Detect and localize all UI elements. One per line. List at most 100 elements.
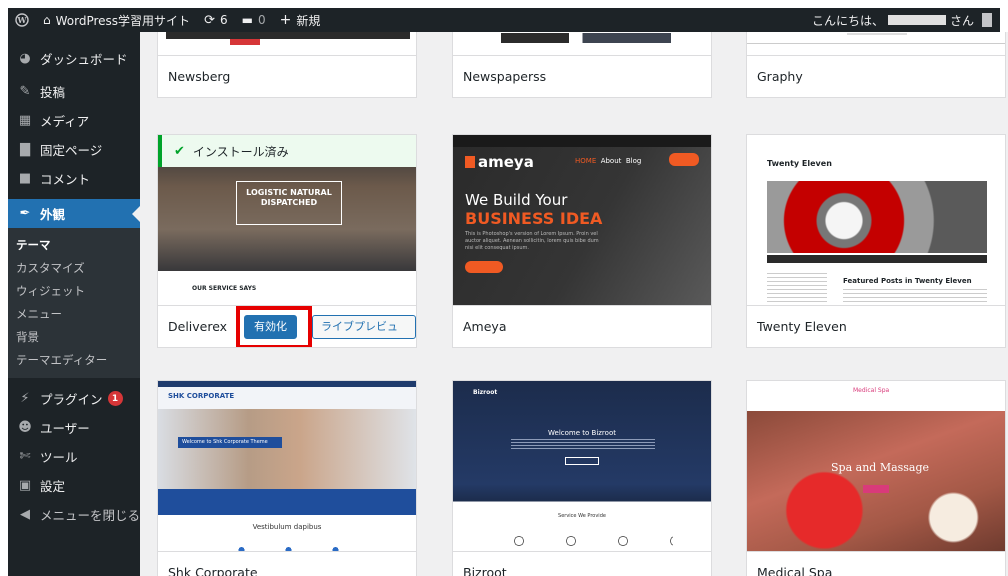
theme-card-twenty-eleven[interactable]: Twenty Eleven Featured Posts in Twenty E… [746,134,1006,348]
theme-card-medical-spa[interactable]: Medical Spa Spa and Massage Medical Spa [746,380,1006,576]
menu-label: 外観 [40,207,66,222]
submenu-menus[interactable]: メニュー [8,303,140,326]
menu-appearance[interactable]: ✒ 外観 [8,199,140,228]
theme-footer: Newspaperss [453,55,711,97]
theme-name: Deliverex [168,319,228,334]
plugin-icon: ⚡ [20,391,30,406]
theme-footer: Graphy [747,55,1005,97]
menu-plugins[interactable]: ⚡ プラグイン 1 [8,384,140,413]
thumb-logo: Medical Spa [853,387,890,394]
menu-media[interactable]: ▦ メディア [8,106,140,135]
theme-name: Newsberg [168,69,231,84]
greeting-suffix: さん [949,13,974,28]
menu-label: 設定 [40,479,66,494]
updates-link[interactable]: ⟳ 6 [197,8,235,32]
page-icon: ▇ [20,142,30,157]
menu-label: 固定ページ [40,143,103,158]
pin-icon: ✎ [19,84,31,99]
updates-icon: ⟳ [204,12,215,28]
comments-link[interactable]: ▬ 0 [235,8,273,32]
theme-card-newspaperss[interactable]: Newspaperss [452,32,712,98]
site-name: WordPress学習用サイト [55,13,191,28]
theme-name: Ameya [463,319,507,334]
thumb-featured: Featured Posts in Twenty Eleven [843,277,972,285]
theme-name: Shk Corporate [168,565,258,576]
menu-label: ユーザー [40,421,90,436]
admin-bar-inner: W ⌂ WordPress学習用サイト ⟳ 6 ▬ 0 + 新規 こんにちは、 … [8,8,1000,32]
thumb-headline-2: BUSINESS IDEA [465,209,603,228]
theme-screenshot: Bizroot Welcome to Bizroot Service We Pr… [453,381,711,553]
username-redacted [887,15,946,25]
site-name-link[interactable]: ⌂ WordPress学習用サイト [36,8,197,32]
thumb-service: Service We Provide [558,513,606,519]
menu-posts[interactable]: ✎ 投稿 [8,77,140,106]
theme-card-ameya[interactable]: ameya HOME About Blog We Build Your BUSI… [452,134,712,348]
live-preview-button[interactable]: ライブプレビュー [312,315,416,347]
thumb-logo: ameya [465,153,534,171]
checkmark-icon: ✔ [174,143,185,159]
theme-card-deliverex[interactable]: ✔ インストール済み LOGISTIC NATURAL DISPATCHED O… [157,134,417,348]
theme-footer: Deliverex 有効化 ライブプレビュー [158,305,416,347]
submenu-theme-editor[interactable]: テーマエディター [8,349,140,372]
menu-label: ツール [40,450,78,465]
new-content-link[interactable]: + 新規 [273,8,328,32]
theme-card-newsberg[interactable]: Newsberg [157,32,417,98]
menu-label: プラグイン [40,392,103,407]
submenu-widgets[interactable]: ウィジェット [8,280,140,303]
menu-label: コメント [40,172,91,187]
menu-comments[interactable]: ■ コメント [8,164,140,193]
media-icon: ▦ [18,113,32,128]
thumb-service-text: OUR SERVICE SAYS [192,285,257,292]
theme-screenshot [158,32,416,57]
theme-screenshot [747,32,1005,57]
collapse-icon: ◀ [20,507,30,522]
menu-dashboard[interactable]: ◕ ダッシュボード [8,44,140,73]
theme-footer: Ameya [453,305,711,347]
theme-card-graphy[interactable]: Graphy [746,32,1006,98]
thumb-logo: Bizroot [473,389,498,396]
theme-screenshot: SHK CORPORATE Welcome to Shk Corporate T… [158,381,416,553]
theme-name: Bizroot [463,565,507,576]
menu-label: メディア [40,114,90,129]
thumb-welcome: Welcome to Bizroot [548,429,616,437]
menu-users[interactable]: ☻ ユーザー [8,413,140,442]
theme-screenshot: Medical Spa Spa and Massage [747,381,1005,553]
theme-card-bizroot[interactable]: Bizroot Welcome to Bizroot Service We Pr… [452,380,712,576]
greeting: こんにちは、 [811,13,884,28]
wp-logo-button[interactable]: W [8,8,36,32]
tools-icon: ✄ [19,449,31,464]
menu-settings[interactable]: ▣ 設定 [8,471,140,500]
thumb-title: Twenty Eleven [767,159,832,168]
comment-icon: ■ [18,171,32,186]
theme-name: Medical Spa [757,565,833,576]
theme-footer: Twenty Eleven [747,305,1005,347]
submenu-themes[interactable]: テーマ [8,234,140,257]
thumb-hero-text: Spa and Massage [831,461,930,474]
theme-name: Twenty Eleven [757,319,847,334]
theme-screenshot: ameya HOME About Blog We Build Your BUSI… [453,135,711,307]
theme-screenshot: Twenty Eleven Featured Posts in Twenty E… [747,135,1005,307]
installed-notice: ✔ インストール済み [158,135,416,167]
wordpress-icon: W [15,13,29,27]
menu-pages[interactable]: ▇ 固定ページ [8,135,140,164]
activate-button[interactable]: 有効化 [244,315,297,339]
menu-collapse[interactable]: ◀ メニューを閉じる [8,500,140,529]
thumb-welcome: Welcome to Shk Corporate Theme [178,437,282,448]
theme-card-shk-corporate[interactable]: SHK CORPORATE Welcome to Shk Corporate T… [157,380,417,576]
thumb-logo: SHK CORPORATE [168,392,235,400]
plus-icon: + [279,12,292,28]
themes-grid: Newsberg Newspaperss Graphy ✔ インストール済み L… [140,32,1008,576]
svg-text:W: W [17,15,28,25]
submenu-background[interactable]: 背景 [8,326,140,349]
theme-name: Newspaperss [463,69,547,84]
submenu-customize[interactable]: カスタマイズ [8,257,140,280]
home-icon: ⌂ [43,13,51,27]
settings-icon: ▣ [18,478,32,493]
appearance-submenu: テーマ カスタマイズ ウィジェット メニュー 背景 テーマエディター [8,228,140,378]
installed-text: インストール済み [192,144,289,159]
dashboard-icon: ◕ [19,51,31,66]
menu-label: 投稿 [40,85,66,100]
my-account[interactable]: こんにちは、 さん [812,12,1000,29]
menu-tools[interactable]: ✄ ツール [8,442,140,471]
theme-footer: Medical Spa [747,551,1005,576]
